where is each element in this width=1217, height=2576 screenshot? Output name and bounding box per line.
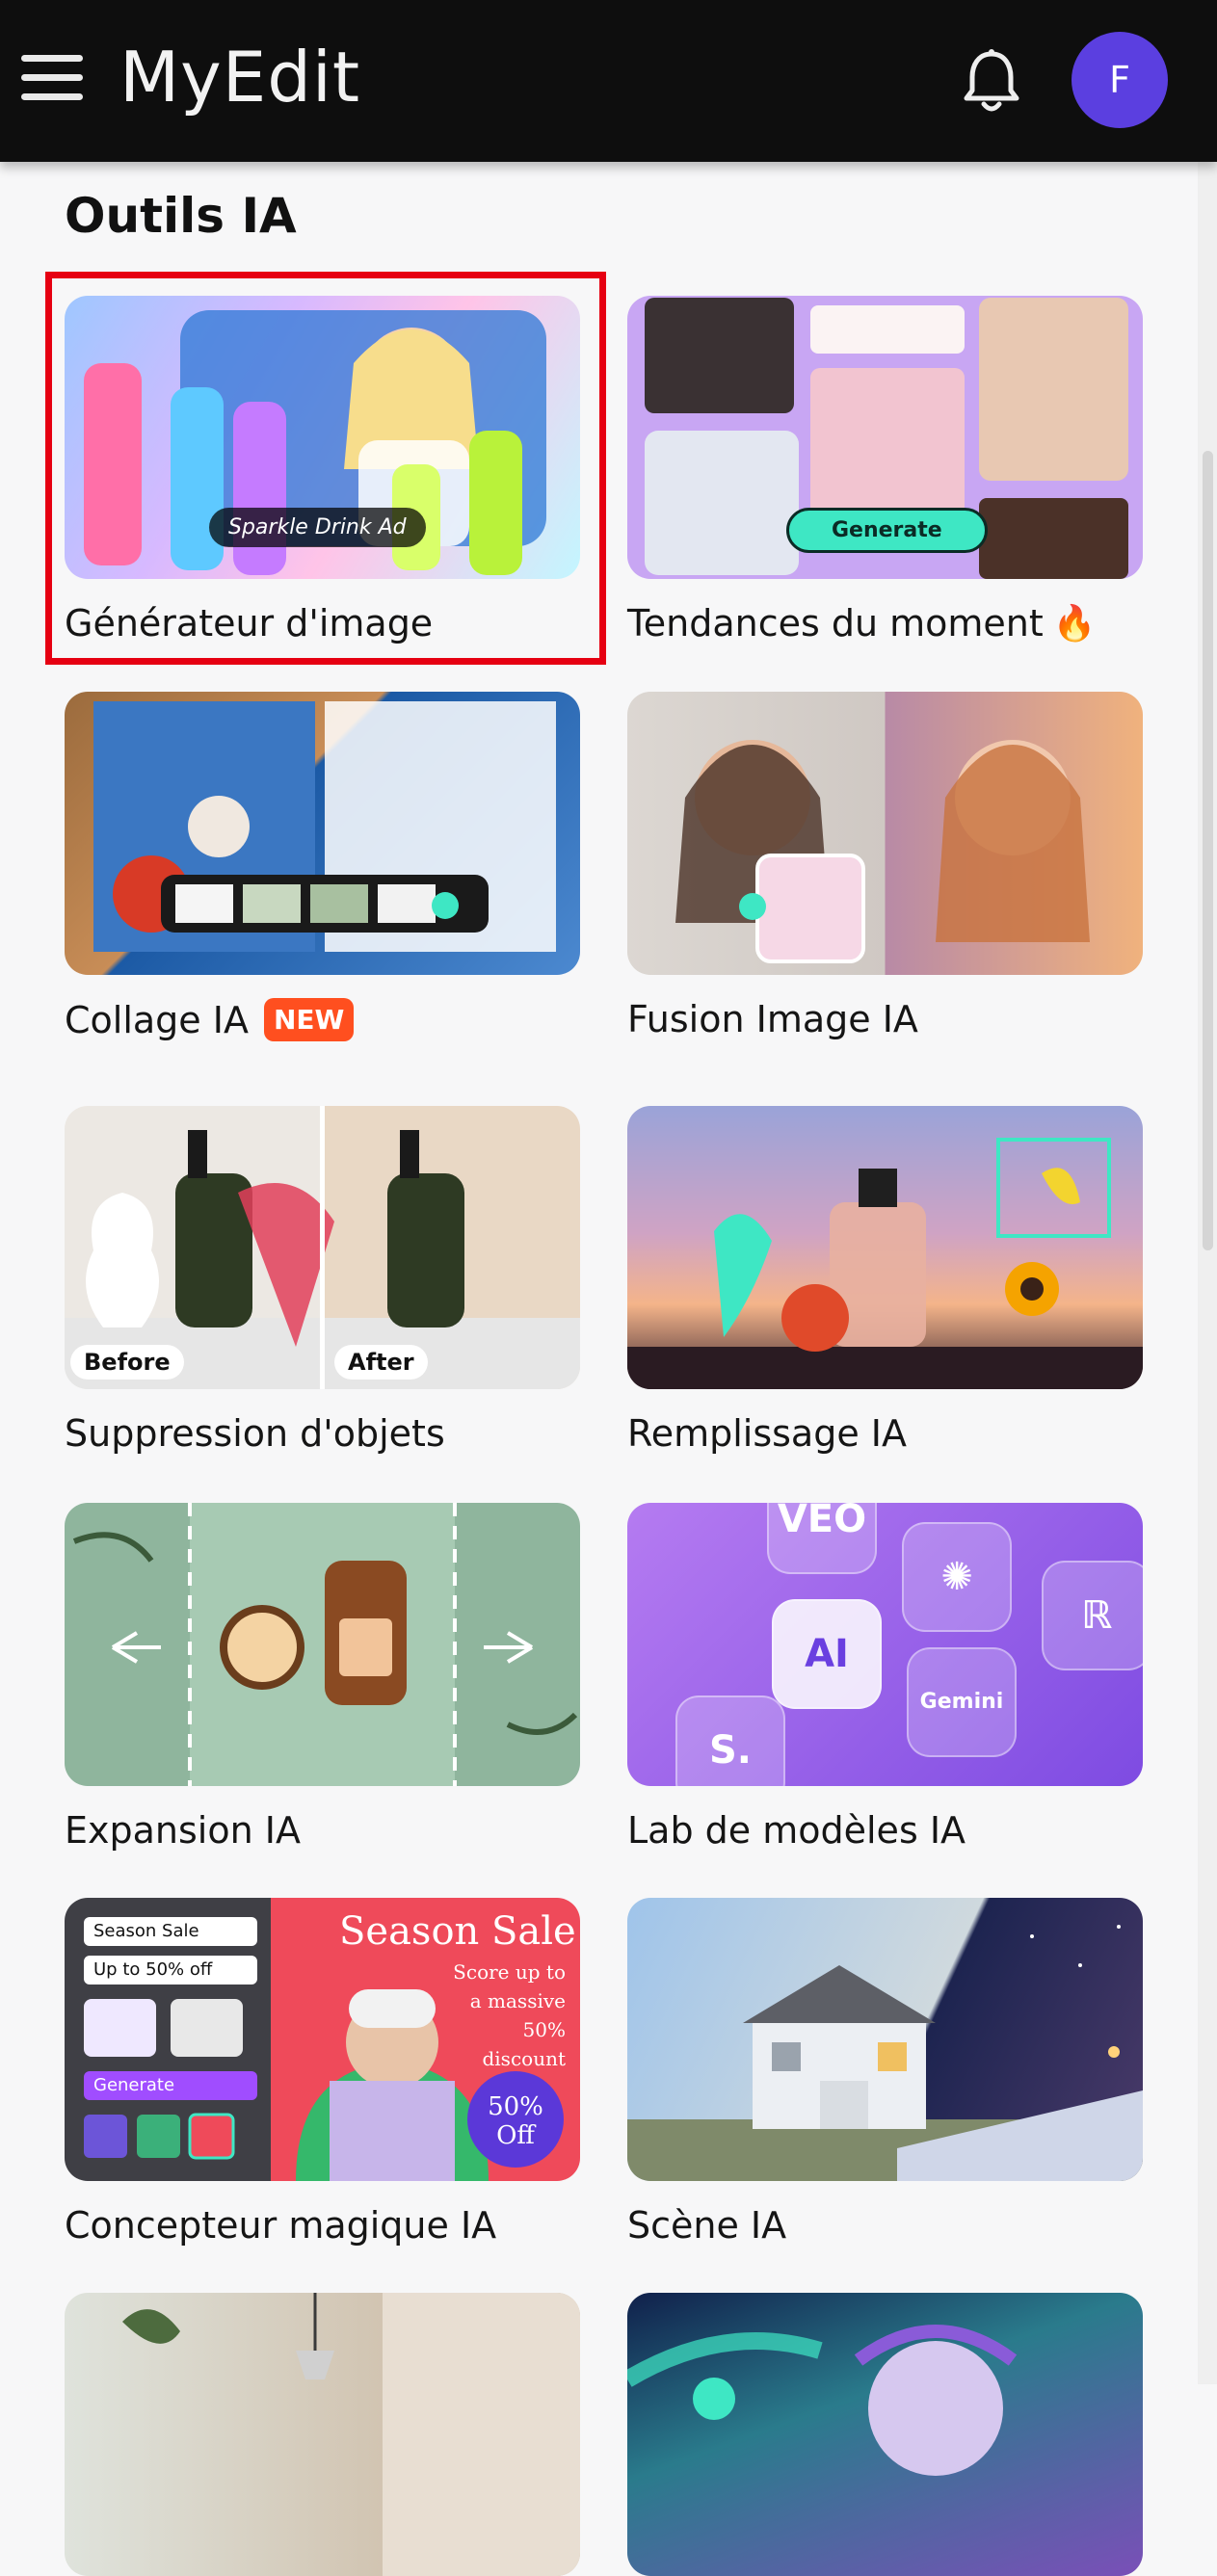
tool-label-text: Fusion Image IA: [627, 998, 918, 1040]
tool-card-magic-designer[interactable]: Season Sale Up to 50% off Generate Seaso…: [65, 1898, 580, 2247]
tool-card-partial-right[interactable]: [627, 2293, 1143, 2576]
discount-badge: 50% Off: [467, 2071, 564, 2168]
bell-icon[interactable]: [959, 46, 1024, 116]
scrollbar-thumb[interactable]: [1203, 451, 1213, 1250]
tool-label-text: Suppression d'objets: [65, 1412, 445, 1455]
tool-thumbnail: [65, 1503, 580, 1786]
tool-label-text: Lab de modèles IA: [627, 1809, 966, 1852]
tool-label-text: Remplissage IA: [627, 1412, 907, 1455]
user-avatar[interactable]: F: [1071, 32, 1168, 128]
tool-thumbnail: [627, 692, 1143, 975]
before-tag: Before: [70, 1345, 184, 1380]
tool-card-ai-scene[interactable]: Scène IA: [627, 1898, 1143, 2247]
tool-card-ai-image-fusion[interactable]: Fusion Image IA: [627, 692, 1143, 1040]
tool-label-text: Générateur d'image: [65, 602, 434, 644]
tool-card-ai-fill[interactable]: Remplissage IA: [627, 1106, 1143, 1455]
tool-label-text: Concepteur magique IA: [65, 2204, 497, 2247]
tool-thumbnail: Season Sale Up to 50% off Generate Seaso…: [65, 1898, 580, 2181]
tool-label: Remplissage IA: [627, 1412, 1143, 1455]
tool-label-text: Scène IA: [627, 2204, 787, 2247]
tool-label-text: Expansion IA: [65, 1809, 301, 1852]
veo-tile: VEO: [767, 1503, 877, 1574]
tool-label: Suppression d'objets: [65, 1412, 580, 1455]
new-badge: NEW: [263, 998, 355, 1041]
tool-label-text: Tendances du moment: [627, 602, 1044, 644]
hamburger-menu-icon[interactable]: [21, 55, 83, 105]
app-logo[interactable]: MyEdit: [119, 29, 360, 125]
tool-thumbnail: Sparkle Drink Ad: [65, 296, 580, 579]
tool-card-ai-model-lab[interactable]: VEO ✺ AI Gemini ℝ S. Lab de modèles IA: [627, 1503, 1143, 1852]
tool-thumbnail: [65, 2293, 580, 2576]
tool-thumbnail: [627, 2293, 1143, 2576]
ai-chip-tile: AI: [772, 1599, 882, 1709]
tool-label: Lab de modèles IA: [627, 1809, 1143, 1852]
tool-card-ai-expansion[interactable]: Expansion IA: [65, 1503, 580, 1852]
tool-label: Collage IA NEW: [65, 998, 580, 1041]
generate-button-preview: Generate: [84, 2071, 257, 2100]
tool-card-object-removal[interactable]: Before After Suppression d'objets: [65, 1106, 580, 1455]
tool-thumbnail: [65, 692, 580, 975]
prompt-pill: Sparkle Drink Ad: [209, 508, 426, 547]
tool-thumbnail: [627, 1898, 1143, 2181]
fire-icon: 🔥: [1052, 604, 1097, 644]
season-sale-title: Season Sale: [339, 1909, 576, 1954]
tool-label: Tendances du moment 🔥: [627, 602, 1143, 644]
tool-label: Générateur d'image: [65, 602, 580, 644]
s-tile: S.: [675, 1695, 785, 1786]
page-scrollbar[interactable]: [1198, 162, 1217, 2384]
tool-label: Expansion IA: [65, 1809, 580, 1852]
tool-thumbnail: Before After: [65, 1106, 580, 1389]
tool-thumbnail: VEO ✺ AI Gemini ℝ S.: [627, 1503, 1143, 1786]
tool-card-partial-left[interactable]: [65, 2293, 580, 2576]
tool-label: Fusion Image IA: [627, 998, 1143, 1040]
top-app-bar: MyEdit F: [0, 0, 1217, 162]
tool-label-text: Collage IA: [65, 998, 249, 1041]
season-sale-subtitle: Score up to a massive 50% discount: [453, 1960, 566, 2070]
generate-pill: Generate: [786, 508, 988, 553]
tool-thumbnail: [627, 1106, 1143, 1389]
tool-label: Scène IA: [627, 2204, 1143, 2247]
section-title: Outils IA: [65, 188, 297, 244]
after-tag: After: [334, 1345, 428, 1380]
tool-card-trends[interactable]: Generate Tendances du moment 🔥: [627, 296, 1143, 644]
runway-icon: ℝ: [1042, 1561, 1143, 1670]
tool-label: Concepteur magique IA: [65, 2204, 580, 2247]
tool-card-ai-collage[interactable]: Collage IA NEW: [65, 692, 580, 1041]
tool-thumbnail: Generate: [627, 296, 1143, 579]
tool-card-image-generator[interactable]: Sparkle Drink Ad Générateur d'image: [65, 296, 580, 644]
openai-icon: ✺: [902, 1522, 1012, 1632]
gemini-tile: Gemini: [907, 1647, 1017, 1757]
